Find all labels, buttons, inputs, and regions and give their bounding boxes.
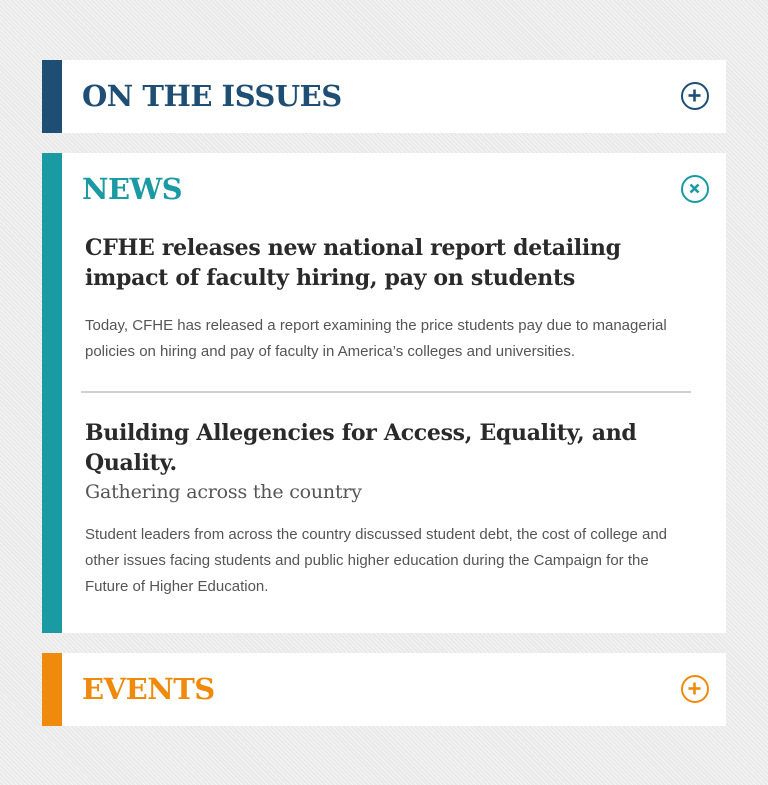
news-article-title[interactable]: Building Allegencies for Access, Equalit…	[85, 418, 695, 478]
news-article-summary: Student leaders from across the country …	[85, 526, 668, 595]
collapse-news-button[interactable]	[681, 175, 709, 203]
events-panel: EVENTS	[42, 653, 726, 726]
close-circle-icon	[689, 183, 700, 194]
news-panel: NEWS CFHE releases new national report d…	[42, 153, 726, 633]
news-article: CFHE releases new national report detail…	[85, 233, 695, 365]
panel-accent-bar	[42, 60, 62, 133]
news-article-subtitle: Gathering across the country	[85, 481, 362, 503]
article-divider	[81, 391, 691, 393]
expand-events-button[interactable]	[681, 675, 709, 703]
panel-title-events[interactable]: EVENTS	[82, 669, 215, 709]
panel-accent-bar	[42, 153, 62, 633]
plus-circle-icon	[688, 89, 701, 102]
panel-accent-bar	[42, 653, 62, 726]
plus-circle-icon	[688, 682, 701, 695]
news-article-title[interactable]: CFHE releases new national report detail…	[85, 233, 695, 293]
on-the-issues-panel: ON THE ISSUES	[42, 60, 726, 133]
news-article-summary: Today, CFHE has released a report examin…	[85, 317, 667, 360]
news-article: Building Allegencies for Access, Equalit…	[85, 418, 695, 600]
panel-title-news[interactable]: NEWS	[82, 169, 183, 209]
panel-title-on-the-issues[interactable]: ON THE ISSUES	[82, 76, 342, 116]
expand-on-the-issues-button[interactable]	[681, 82, 709, 110]
